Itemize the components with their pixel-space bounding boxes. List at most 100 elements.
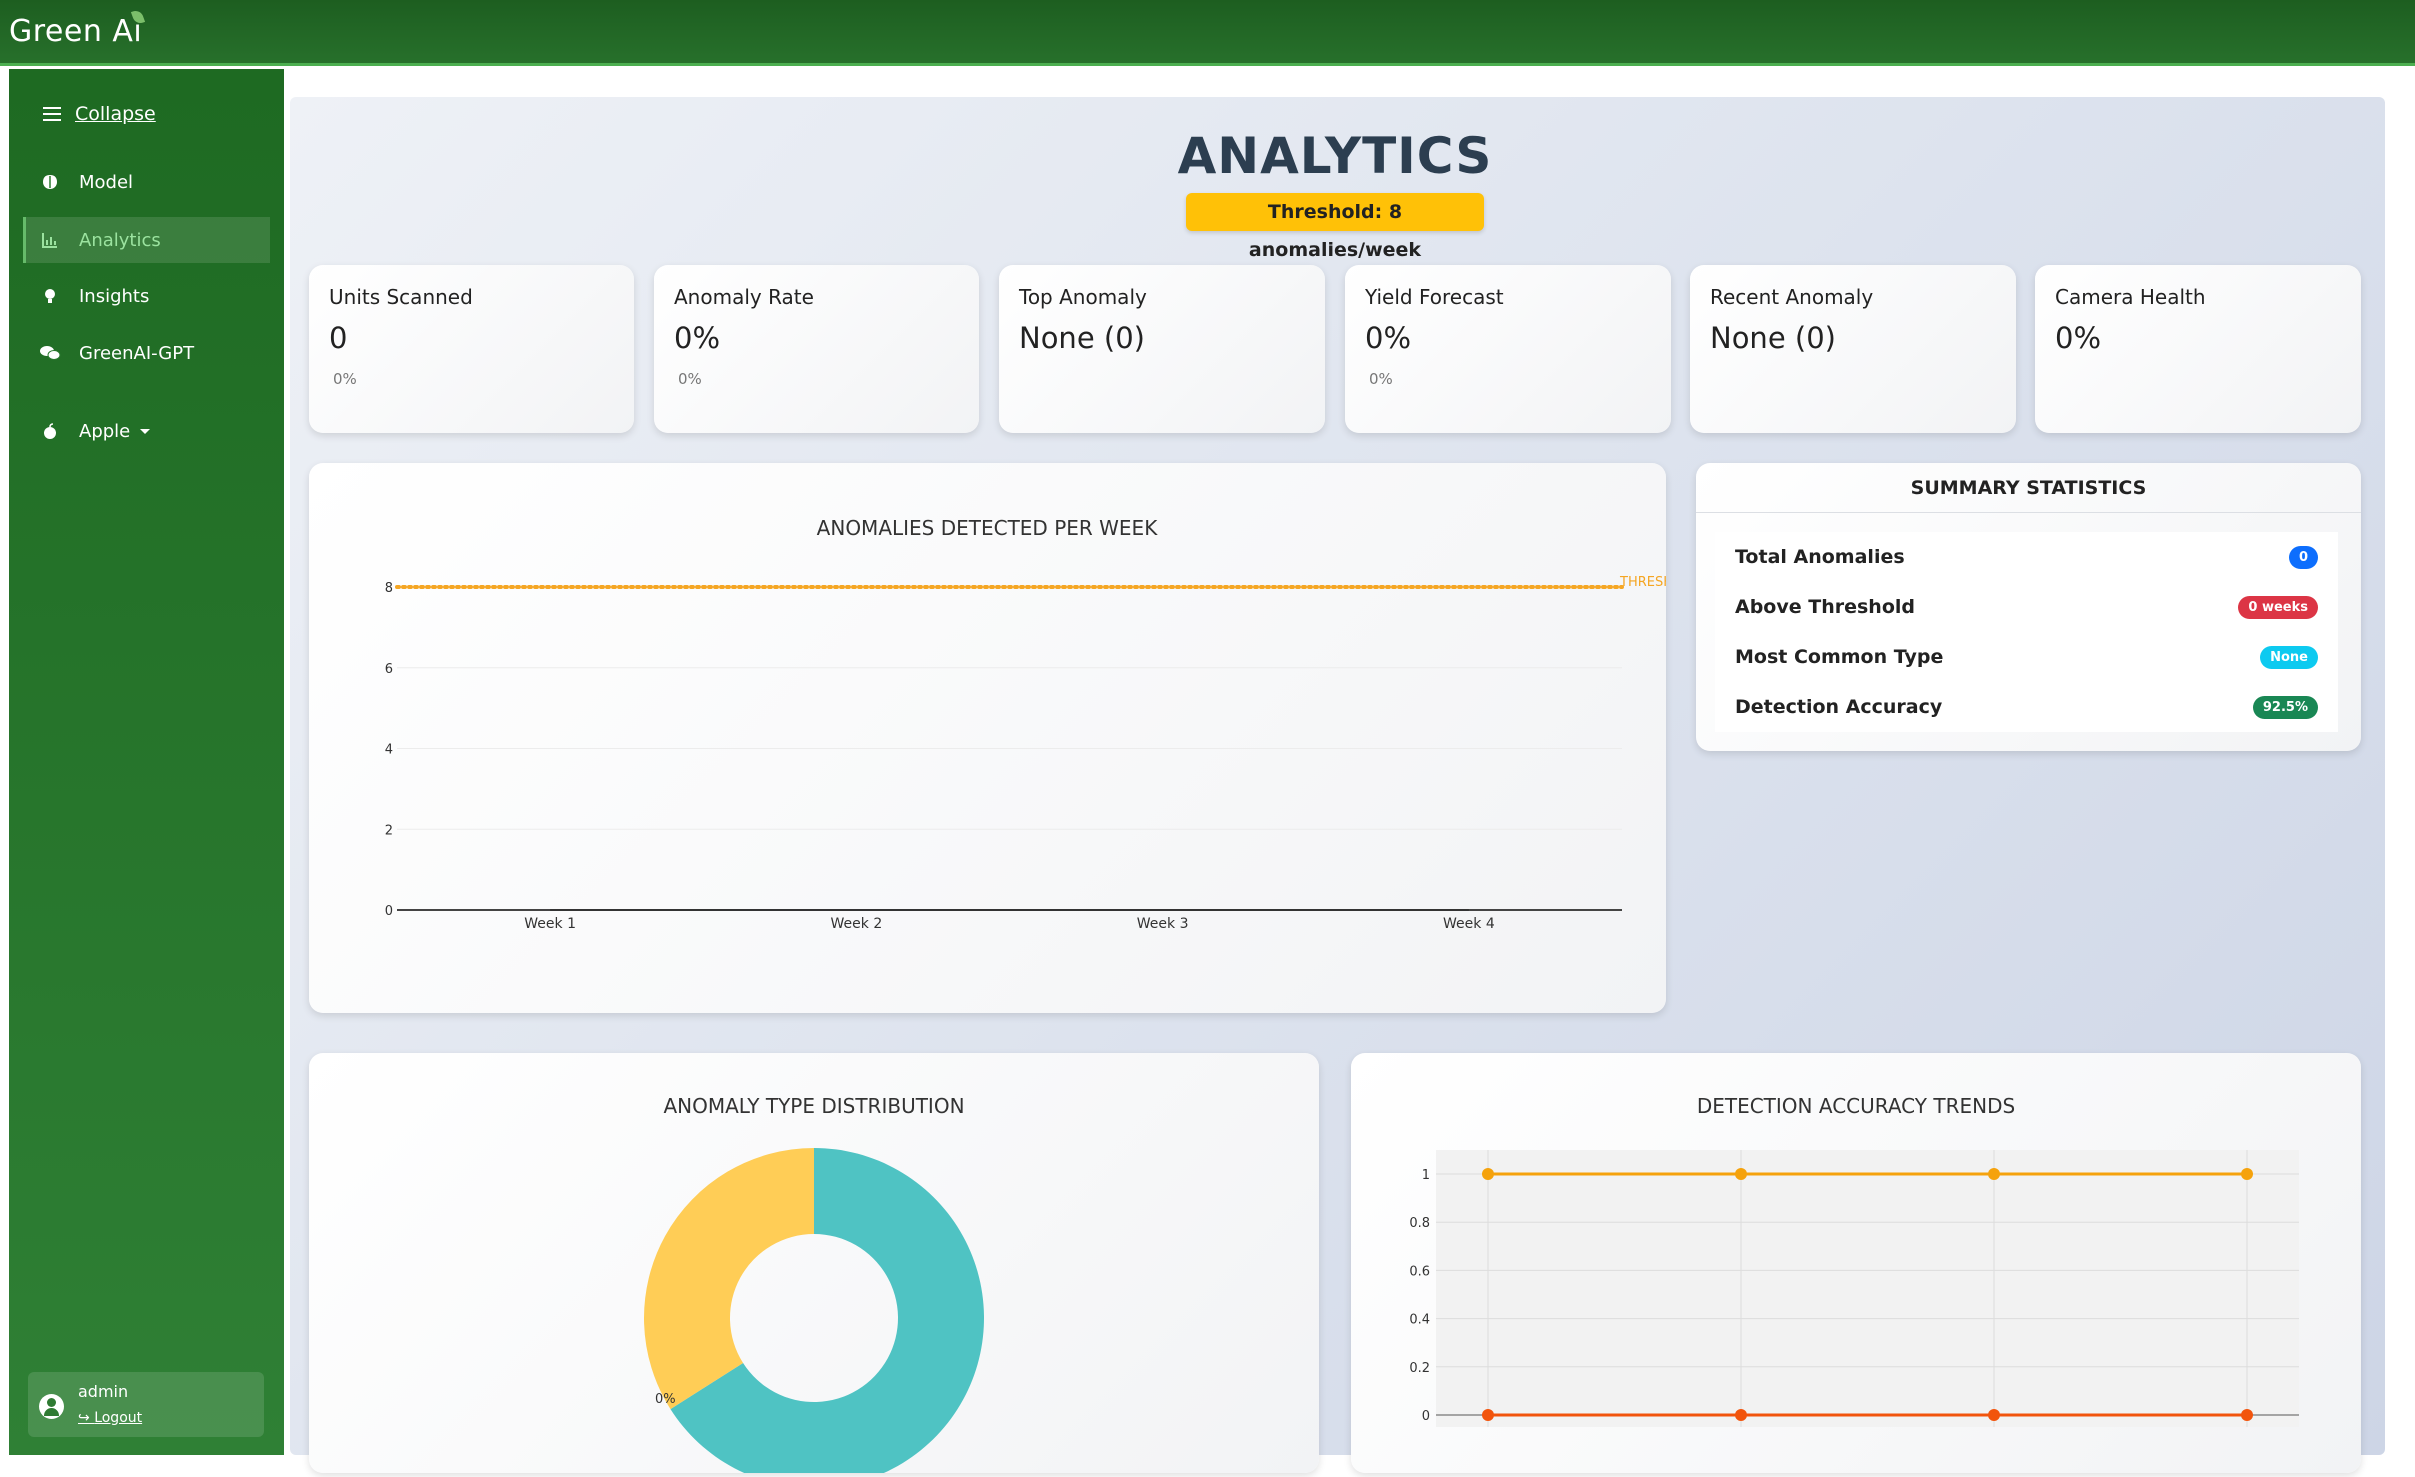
summary-badge: 0 xyxy=(2288,545,2318,569)
page-title: ANALYTICS xyxy=(1177,127,1493,185)
sidebar-item-apple-dropdown[interactable]: Apple xyxy=(9,408,284,454)
stat-label: Recent Anomaly xyxy=(1710,285,1874,309)
top-navbar: Green Ai xyxy=(0,0,2415,66)
y-tick-label: 0 xyxy=(385,904,393,919)
y-tick-label: 6 xyxy=(385,662,393,677)
stat-value: None (0) xyxy=(1019,321,1145,355)
chart-title: ANOMALY TYPE DISTRIBUTION xyxy=(663,1094,964,1118)
x-tick-label: Week 1 xyxy=(524,916,576,932)
stat-card-yield-forecast: Yield Forecast 0% 0% xyxy=(1345,265,1671,433)
apple-icon xyxy=(39,420,61,442)
collapse-label: Collapse xyxy=(75,103,156,125)
brain-icon xyxy=(39,171,61,193)
summary-statistics-panel: SUMMARY STATISTICS Total Anomalies 0 Abo… xyxy=(1696,463,2361,751)
detection-accuracy-panel: DETECTION ACCURACY TRENDS 0 0.2 0.4 0.6 0.8 1 xyxy=(1351,1053,2361,1473)
threshold-badge: Threshold: 8 anomalies/week xyxy=(1186,193,1484,261)
sidebar-item-label: Apple xyxy=(79,420,131,442)
stat-card-top-anomaly: Top Anomaly None (0) xyxy=(999,265,1325,433)
pie-slice-label: 0% xyxy=(655,1392,676,1407)
stat-value: None (0) xyxy=(1710,321,1836,355)
stat-value: 0 xyxy=(329,321,348,355)
anomaly-type-distribution-chart: ANOMALY TYPE DISTRIBUTION 0% xyxy=(644,1094,984,1477)
summary-label: Above Threshold xyxy=(1735,596,1915,618)
summary-label: Total Anomalies xyxy=(1735,546,1905,568)
sidebar-item-label: GreenAI-GPT xyxy=(79,342,195,364)
y-tick-label: 0.4 xyxy=(1409,1313,1430,1328)
y-tick-label: 0.6 xyxy=(1409,1264,1430,1279)
data-point xyxy=(2241,1409,2253,1421)
stat-value: 0% xyxy=(1365,321,1412,355)
user-box: admin ↪ Logout xyxy=(28,1372,264,1437)
stat-card-recent-anomaly: Recent Anomaly None (0) xyxy=(1690,265,2016,433)
logout-icon: ↪ xyxy=(78,1410,95,1426)
summary-badge: 0 weeks xyxy=(2238,595,2318,619)
stat-label: Camera Health xyxy=(2055,285,2206,309)
stat-card-anomaly-rate: Anomaly Rate 0% 0% xyxy=(654,265,979,433)
brand-logo[interactable]: Green Ai xyxy=(9,8,146,49)
chart-title: ANOMALIES DETECTED PER WEEK xyxy=(817,516,1159,540)
stat-label: Top Anomaly xyxy=(1019,285,1147,309)
sidebar-item-label: Model xyxy=(79,171,134,193)
username: admin xyxy=(78,1382,129,1401)
pie-slice xyxy=(644,1148,814,1410)
data-point xyxy=(1988,1409,2000,1421)
sidebar-item-model[interactable]: Model xyxy=(9,159,284,205)
summary-label: Detection Accuracy xyxy=(1735,696,1943,718)
anomalies-per-week-chart: ANOMALIES DETECTED PER WEEK 0 2 4 6 8 Week 1 We… xyxy=(385,516,1701,932)
y-tick-label: 4 xyxy=(385,743,393,758)
hamburger-icon xyxy=(43,107,61,121)
summary-row: Detection Accuracy 92.5% xyxy=(1735,682,2318,732)
summary-row: Most Common Type None xyxy=(1735,632,2318,682)
collapse-button[interactable]: Collapse xyxy=(43,103,156,125)
stat-card-camera-health: Camera Health 0% xyxy=(2035,265,2361,433)
x-tick-label: Week 2 xyxy=(831,916,883,932)
data-point xyxy=(1988,1168,2000,1180)
logout-link[interactable]: ↪ Logout xyxy=(78,1410,142,1426)
y-tick-label: 0 xyxy=(1422,1409,1430,1424)
stat-sub: 0% xyxy=(333,370,357,388)
sidebar-item-label: Analytics xyxy=(79,229,161,251)
summary-badge: 92.5% xyxy=(2252,695,2318,719)
sidebar-item-insights[interactable]: Insights xyxy=(9,273,284,319)
sidebar: Collapse Model Analytics Insights GreenA… xyxy=(9,69,284,1455)
lightbulb-icon xyxy=(39,285,61,307)
anomalies-per-week-panel: ANOMALIES DETECTED PER WEEK 0 2 4 6 8 Week 1 We… xyxy=(309,463,1701,1013)
anomaly-type-distribution-panel: ANOMALY TYPE DISTRIBUTION 0% xyxy=(309,1053,1319,1477)
detection-accuracy-chart: DETECTION ACCURACY TRENDS 0 0.2 0.4 0.6 0.8 1 xyxy=(1409,1094,2299,1427)
stat-sub: 0% xyxy=(1369,370,1393,388)
brand-text: Green Ai xyxy=(9,14,143,49)
y-tick-label: 8 xyxy=(385,581,393,596)
chat-icon xyxy=(39,342,61,364)
stat-card-units-scanned: Units Scanned 0 0% xyxy=(309,265,634,433)
data-point xyxy=(1735,1409,1747,1421)
stat-sub: 0% xyxy=(678,370,702,388)
summary-label: Most Common Type xyxy=(1735,646,1944,668)
data-point xyxy=(2241,1168,2253,1180)
stat-value: 0% xyxy=(2055,321,2102,355)
y-tick-label: 1 xyxy=(1422,1168,1430,1183)
data-point xyxy=(1482,1168,1494,1180)
stat-value: 0% xyxy=(674,321,721,355)
logout-label: Logout xyxy=(94,1410,143,1426)
summary-badge: None xyxy=(2260,645,2318,669)
data-point xyxy=(1482,1409,1494,1421)
main-content: ANALYTICS Threshold: 8 anomalies/week Un… xyxy=(290,97,2385,1477)
stat-label: Units Scanned xyxy=(329,285,473,309)
caret-down-icon xyxy=(140,428,151,434)
sidebar-item-label: Insights xyxy=(79,285,150,307)
sidebar-item-greenai-gpt[interactable]: GreenAI-GPT xyxy=(9,330,284,376)
y-tick-label: 2 xyxy=(385,823,393,838)
chart-icon xyxy=(39,229,61,251)
summary-row: Total Anomalies 0 xyxy=(1735,532,2318,582)
stat-label: Anomaly Rate xyxy=(674,285,814,309)
plot-background xyxy=(1436,1150,2299,1427)
x-tick-label: Week 4 xyxy=(1443,916,1495,932)
summary-title: SUMMARY STATISTICS xyxy=(1696,463,2361,513)
y-tick-label: 0.2 xyxy=(1409,1361,1430,1376)
chart-title: DETECTION ACCURACY TRENDS xyxy=(1697,1094,2015,1118)
data-point xyxy=(1735,1168,1747,1180)
x-tick-label: Week 3 xyxy=(1137,916,1189,932)
user-avatar-icon xyxy=(39,1394,64,1419)
summary-row: Above Threshold 0 weeks xyxy=(1735,582,2318,632)
sidebar-item-analytics[interactable]: Analytics xyxy=(23,217,270,263)
